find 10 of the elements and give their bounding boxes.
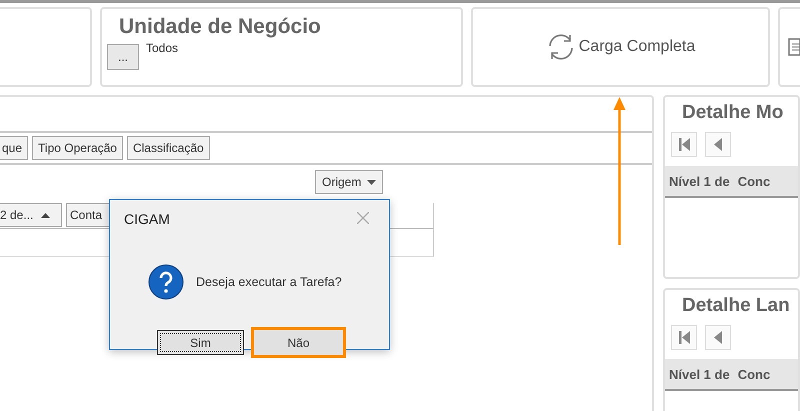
panel-title: Detalhe Mo (682, 102, 784, 124)
dialog-title: CIGAM (124, 211, 170, 227)
panel-title: Detalhe Lan (682, 295, 791, 318)
filter-value: Todos (146, 41, 178, 55)
dialog-message: Deseja executar a Tarefa? (196, 275, 342, 289)
column-header: Conc (738, 366, 770, 382)
column-header: Nível 1 de (669, 174, 730, 188)
column-header: Conc (738, 174, 770, 188)
column-header: Nível 1 de (669, 366, 730, 382)
card-title: Unidade de Negócio (119, 15, 322, 39)
